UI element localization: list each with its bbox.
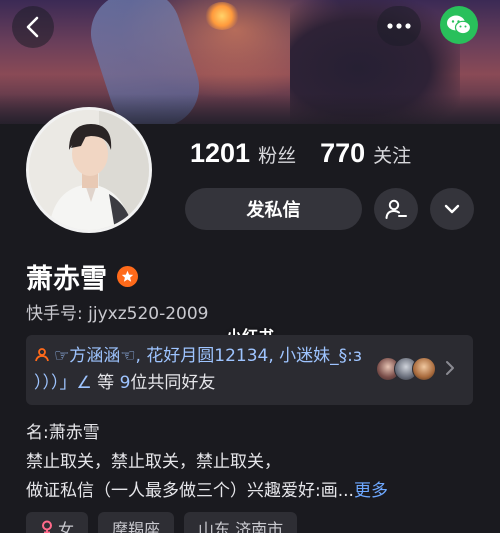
wechat-icon (447, 15, 472, 35)
profile-tags: 女 摩羯座 山东 济南市 (26, 512, 298, 533)
profile-stats: 1201 粉丝 770 关注 (190, 138, 411, 169)
profile-avatar[interactable] (26, 107, 152, 233)
sunset-sun (205, 2, 239, 30)
following-stat[interactable]: 770 关注 (320, 138, 411, 169)
tag-zodiac[interactable]: 摩羯座 (98, 512, 175, 533)
mutual-friends-prefix: 等 (97, 373, 115, 393)
verified-badge-icon[interactable] (117, 266, 138, 287)
female-icon (42, 520, 52, 533)
tag-label: 山东 济南市 (198, 520, 284, 533)
kuaishou-id[interactable]: 快手号: jjyxz520-2009 (26, 299, 208, 324)
bio-line-text: 做证私信（一人最多做三个）兴趣爱好:画... (26, 481, 354, 501)
chevron-right-icon (446, 361, 454, 375)
mutual-friends-count: 9 (119, 373, 131, 393)
mutual-friends-suffix: 位共同好友 (130, 373, 216, 393)
mutual-friends-card[interactable]: ☞方涵涵☜, 花好月圆12134, 小迷妹_§:з ）））」∠ 等 9位共同好友 (26, 335, 473, 405)
tag-label: 女 (58, 520, 75, 533)
followers-stat[interactable]: 1201 粉丝 (190, 138, 296, 169)
bio-more-link[interactable]: 更多 (354, 481, 388, 501)
chevron-down-icon (444, 204, 460, 214)
chevron-left-icon (26, 16, 39, 38)
bio-line: 做证私信（一人最多做三个）兴趣爱好:画...更多 (26, 477, 476, 506)
friend-avatar (412, 357, 436, 381)
profile-name: 萧赤雪 (26, 264, 107, 295)
profile-cover-image[interactable] (0, 0, 500, 124)
back-button[interactable] (12, 6, 54, 48)
mutual-friends-icon (35, 348, 49, 362)
tag-location[interactable]: 山东 济南市 (184, 512, 298, 533)
star-icon (121, 270, 134, 282)
more-options-button[interactable] (377, 6, 421, 46)
add-friend-button[interactable] (374, 188, 418, 230)
tag-gender[interactable]: 女 (26, 512, 89, 533)
tag-label: 摩羯座 (112, 520, 161, 533)
following-count: 770 (320, 138, 366, 168)
wechat-share-button[interactable] (440, 6, 478, 44)
profile-name-row: 萧赤雪 (26, 257, 138, 296)
expand-recommend-button[interactable] (430, 188, 474, 230)
bio-line: 禁止取关，禁止取关，禁止取关， (26, 452, 281, 472)
followers-label: 粉丝 (258, 145, 297, 167)
avatar-portrait (29, 110, 149, 230)
profile-bio: 名:萧赤雪 禁止取关，禁止取关，禁止取关， 做证私信（一人最多做三个）兴趣爱好:… (26, 419, 476, 506)
following-label: 关注 (373, 145, 412, 167)
followers-count: 1201 (190, 138, 251, 168)
user-add-icon (385, 199, 407, 219)
ellipsis-icon (387, 23, 411, 29)
mutual-friends-text: ☞方涵涵☜, 花好月圆12134, 小迷妹_§:з ）））」∠ 等 9位共同好友 (34, 343, 379, 397)
private-message-button[interactable]: 发私信 (185, 188, 362, 230)
bio-line: 名:萧赤雪 (26, 423, 100, 443)
